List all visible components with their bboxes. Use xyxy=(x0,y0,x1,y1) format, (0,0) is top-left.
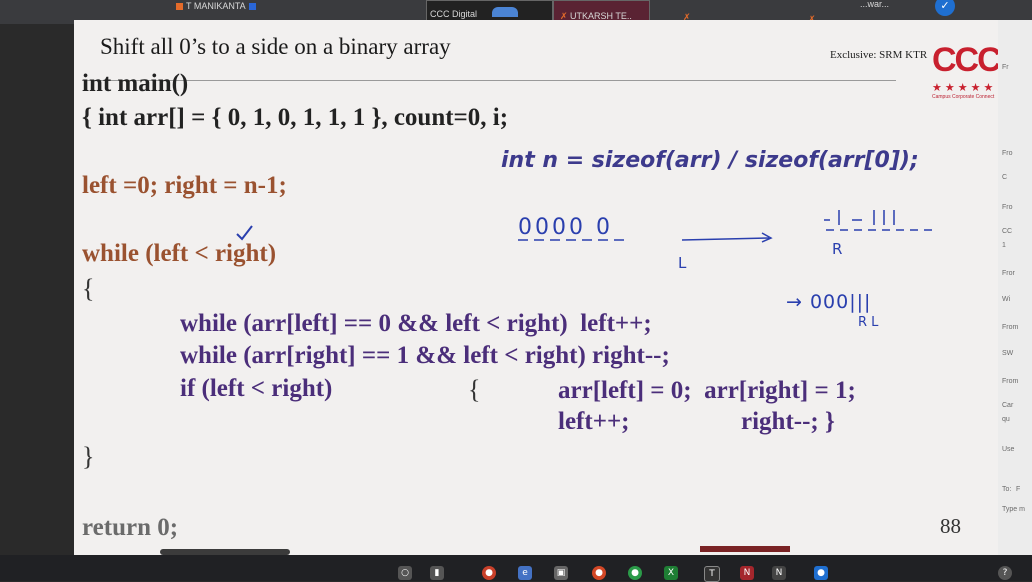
chat-panel[interactable]: Fr Fro C Fro CC 1 Fror Wi From SW From C… xyxy=(998,20,1032,555)
open-brace: { xyxy=(82,274,95,303)
chat-item: 1 xyxy=(1002,242,1006,249)
chat-input[interactable]: Type m xyxy=(1002,506,1025,513)
participant-icon xyxy=(176,3,183,11)
chat-item: qu xyxy=(1002,416,1010,423)
progress-bar xyxy=(700,546,790,552)
arrow-icon xyxy=(761,232,773,243)
code-line-swap: arr[left] = 0; arr[right] = 1; xyxy=(558,377,856,404)
help-icon[interactable]: ? xyxy=(998,566,1012,580)
store-icon[interactable]: ▣ xyxy=(554,566,568,580)
close-brace: } xyxy=(82,442,95,471)
chat-item: Car xyxy=(1002,402,1014,409)
ccc-logo: CCC ★★★★★ Campus Corporate Connect xyxy=(932,43,1002,105)
exclusive-label: Exclusive: SRM KTR xyxy=(830,49,928,61)
chat-item: CC xyxy=(1002,228,1013,235)
thumbnail-logo-icon xyxy=(492,7,518,17)
code-line-if: if (left < right) xyxy=(180,375,333,402)
onenote-icon[interactable]: N xyxy=(740,566,754,580)
if-brace: { xyxy=(468,375,481,404)
chat-item: Fr xyxy=(1002,64,1009,71)
annotation-result: → 000||| xyxy=(786,291,871,313)
app-icon[interactable]: ● xyxy=(592,566,606,580)
checkmark-icon[interactable]: ✓ xyxy=(935,0,955,16)
notepad-icon[interactable]: N xyxy=(772,566,786,580)
title-divider xyxy=(82,80,896,81)
task-view-icon[interactable]: ▮ xyxy=(430,566,444,580)
annotation-rl: R L xyxy=(858,315,879,330)
search-icon[interactable]: ○ xyxy=(398,566,412,580)
participant-3-label: ...war... xyxy=(860,0,890,9)
annotation-l: L xyxy=(678,254,687,272)
ink-annotations: 0000 0 R L → 000||| R L xyxy=(236,210,934,330)
annotation-r: R xyxy=(832,240,842,258)
chat-item: From xyxy=(1002,378,1019,385)
participant-name[interactable]: T MANIKANTA xyxy=(176,0,259,17)
page-number: 88 xyxy=(940,514,961,538)
code-line-right-dec: right--; } xyxy=(741,408,835,435)
code-line-while-left: while (arr[left] == 0 && left < right) l… xyxy=(180,310,652,337)
chat-item: From xyxy=(1002,324,1019,331)
chrome-2-icon[interactable]: ● xyxy=(628,566,642,580)
annotation-zeros: 0000 0 xyxy=(518,215,613,240)
code-line-left-right: left =0; right = n-1; xyxy=(82,172,287,199)
code-line-left-inc: left++; xyxy=(558,408,630,435)
code-line-return: return 0; xyxy=(82,514,179,541)
app-2-icon[interactable]: ● xyxy=(814,566,828,580)
chat-item: Fro xyxy=(1002,204,1013,211)
edge-icon[interactable]: e xyxy=(518,566,532,580)
chat-item: To: xyxy=(1002,486,1012,493)
participant-mic-icon xyxy=(248,3,256,11)
code-line-while: while (left < right) xyxy=(82,240,277,267)
tick-mark-icon xyxy=(236,225,253,241)
chat-item: Use xyxy=(1002,446,1015,453)
chat-item: F xyxy=(1016,486,1021,493)
logo-subtitle: Campus Corporate Connect xyxy=(932,94,995,100)
code-line-sizeof: int n = sizeof(arr) / sizeof(arr[0]); xyxy=(501,148,919,173)
chat-item: C xyxy=(1002,174,1008,181)
chat-item: SW xyxy=(1002,350,1014,357)
windows-taskbar: ○ ▮ ● e ▣ ● ● X T N N ● ? xyxy=(0,555,1032,582)
participant-name-label: T MANIKANTA xyxy=(186,1,246,11)
chrome-icon[interactable]: ● xyxy=(482,566,496,580)
excel-icon[interactable]: X xyxy=(664,566,678,580)
code-line-while-right: while (arr[right] == 1 && left < right) … xyxy=(180,342,670,369)
logo-text: CCC xyxy=(932,41,1002,79)
teams-icon[interactable]: T xyxy=(704,566,720,582)
code-line-array: { int arr[] = { 0, 1, 0, 1, 1, 1 }, coun… xyxy=(82,104,509,131)
presentation-slide: Shift all 0’s to a side on a binary arra… xyxy=(74,20,1002,555)
chat-item: Fror xyxy=(1002,270,1015,277)
logo-stars: ★★★★★ xyxy=(932,82,997,94)
chat-item: Wi xyxy=(1002,296,1011,303)
slide-title: Shift all 0’s to a side on a binary arra… xyxy=(100,34,451,59)
chat-item: Fro xyxy=(1002,150,1013,157)
code-line-main: int main() xyxy=(82,70,189,97)
